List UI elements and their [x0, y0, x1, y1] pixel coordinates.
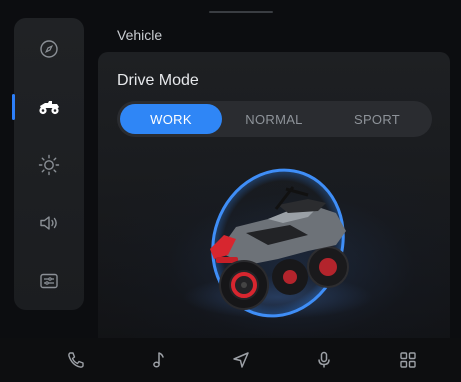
drive-mode-normal-button[interactable]: NORMAL	[223, 104, 325, 134]
phone-icon	[68, 352, 84, 368]
drive-mode-panel: Drive Mode WORK NORMAL SPORT	[98, 52, 450, 342]
dock-voice-button[interactable]	[312, 348, 336, 372]
sidebar-item-settings[interactable]	[14, 252, 84, 310]
sidebar-item-compass[interactable]	[14, 20, 84, 78]
apps-grid-icon	[400, 352, 416, 368]
sidebar-item-volume[interactable]	[14, 194, 84, 252]
dock-music-button[interactable]	[146, 348, 170, 372]
bottom-dock	[0, 338, 461, 382]
sidebar	[12, 18, 84, 310]
microphone-icon	[318, 351, 330, 368]
settings-list-icon	[40, 273, 58, 289]
music-icon	[153, 352, 164, 368]
drive-mode-selector: WORK NORMAL SPORT	[117, 101, 432, 137]
dock-phone-button[interactable]	[64, 348, 88, 372]
panel-title: Drive Mode	[117, 72, 199, 89]
section-title: Vehicle	[117, 27, 163, 43]
brightness-icon	[38, 154, 60, 176]
atv-icon	[39, 101, 59, 115]
sidebar-item-vehicle[interactable]	[12, 78, 84, 136]
dock-apps-button[interactable]	[396, 348, 420, 372]
drag-handle[interactable]	[209, 11, 273, 13]
navigation-icon	[233, 352, 249, 368]
compass-icon	[40, 40, 58, 58]
drive-mode-sport-button[interactable]: SPORT	[326, 104, 428, 134]
sidebar-item-brightness[interactable]	[14, 136, 84, 194]
vehicle-screen: Vehicle Drive Mode WORK NORMAL SPORT	[0, 0, 461, 382]
vehicle-illustration	[183, 168, 373, 319]
drive-mode-work-button[interactable]: WORK	[120, 104, 222, 134]
volume-icon	[40, 216, 57, 230]
dock-navigation-button[interactable]	[229, 348, 253, 372]
